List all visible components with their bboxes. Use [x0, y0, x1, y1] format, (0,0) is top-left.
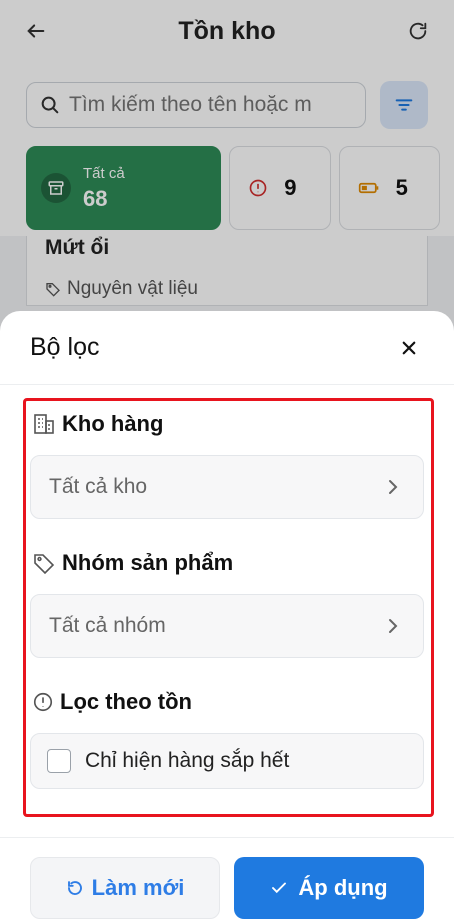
close-button[interactable]	[396, 335, 422, 361]
chevron-right-icon	[389, 619, 398, 633]
reset-button-label: Làm mới	[91, 875, 185, 900]
tag-icon	[34, 554, 55, 575]
stock-filter-section-title: Lọc theo tồn	[32, 689, 192, 715]
building-icon	[34, 414, 54, 434]
low-stock-checkbox-label: Chỉ hiện hàng sắp hết	[85, 749, 290, 772]
low-stock-checkbox-row[interactable]: Chỉ hiện hàng sắp hết	[30, 733, 424, 789]
close-icon	[402, 341, 416, 354]
check-icon	[272, 882, 287, 894]
sheet-title: Bộ lọc	[30, 333, 100, 361]
reset-button[interactable]: Làm mới	[30, 857, 220, 919]
info-circle-icon	[33, 692, 53, 712]
product-group-label: Nhóm sản phẩm	[62, 550, 234, 575]
chevron-right-icon	[389, 480, 398, 494]
product-group-section-title: Nhóm sản phẩm	[32, 550, 233, 576]
apply-button[interactable]: Áp dụng	[234, 857, 424, 919]
filter-sheet: Bộ lọc Kho hàng Tất cả kho Nhóm sản phẩm…	[0, 311, 454, 924]
product-group-value: Tất cả nhóm	[49, 614, 166, 637]
sheet-footer: Làm mới Áp dụng	[0, 837, 454, 924]
apply-button-label: Áp dụng	[298, 875, 388, 900]
warehouse-label: Kho hàng	[62, 411, 164, 436]
warehouse-value: Tất cả kho	[49, 475, 148, 498]
refresh-icon	[67, 881, 82, 895]
low-stock-checkbox[interactable]	[47, 749, 71, 773]
warehouse-select[interactable]: Tất cả kho	[30, 455, 424, 519]
product-group-select[interactable]: Tất cả nhóm	[30, 594, 424, 658]
stock-filter-label: Lọc theo tồn	[60, 689, 192, 714]
warehouse-section-title: Kho hàng	[32, 411, 163, 437]
sheet-header: Bộ lọc	[0, 311, 454, 385]
